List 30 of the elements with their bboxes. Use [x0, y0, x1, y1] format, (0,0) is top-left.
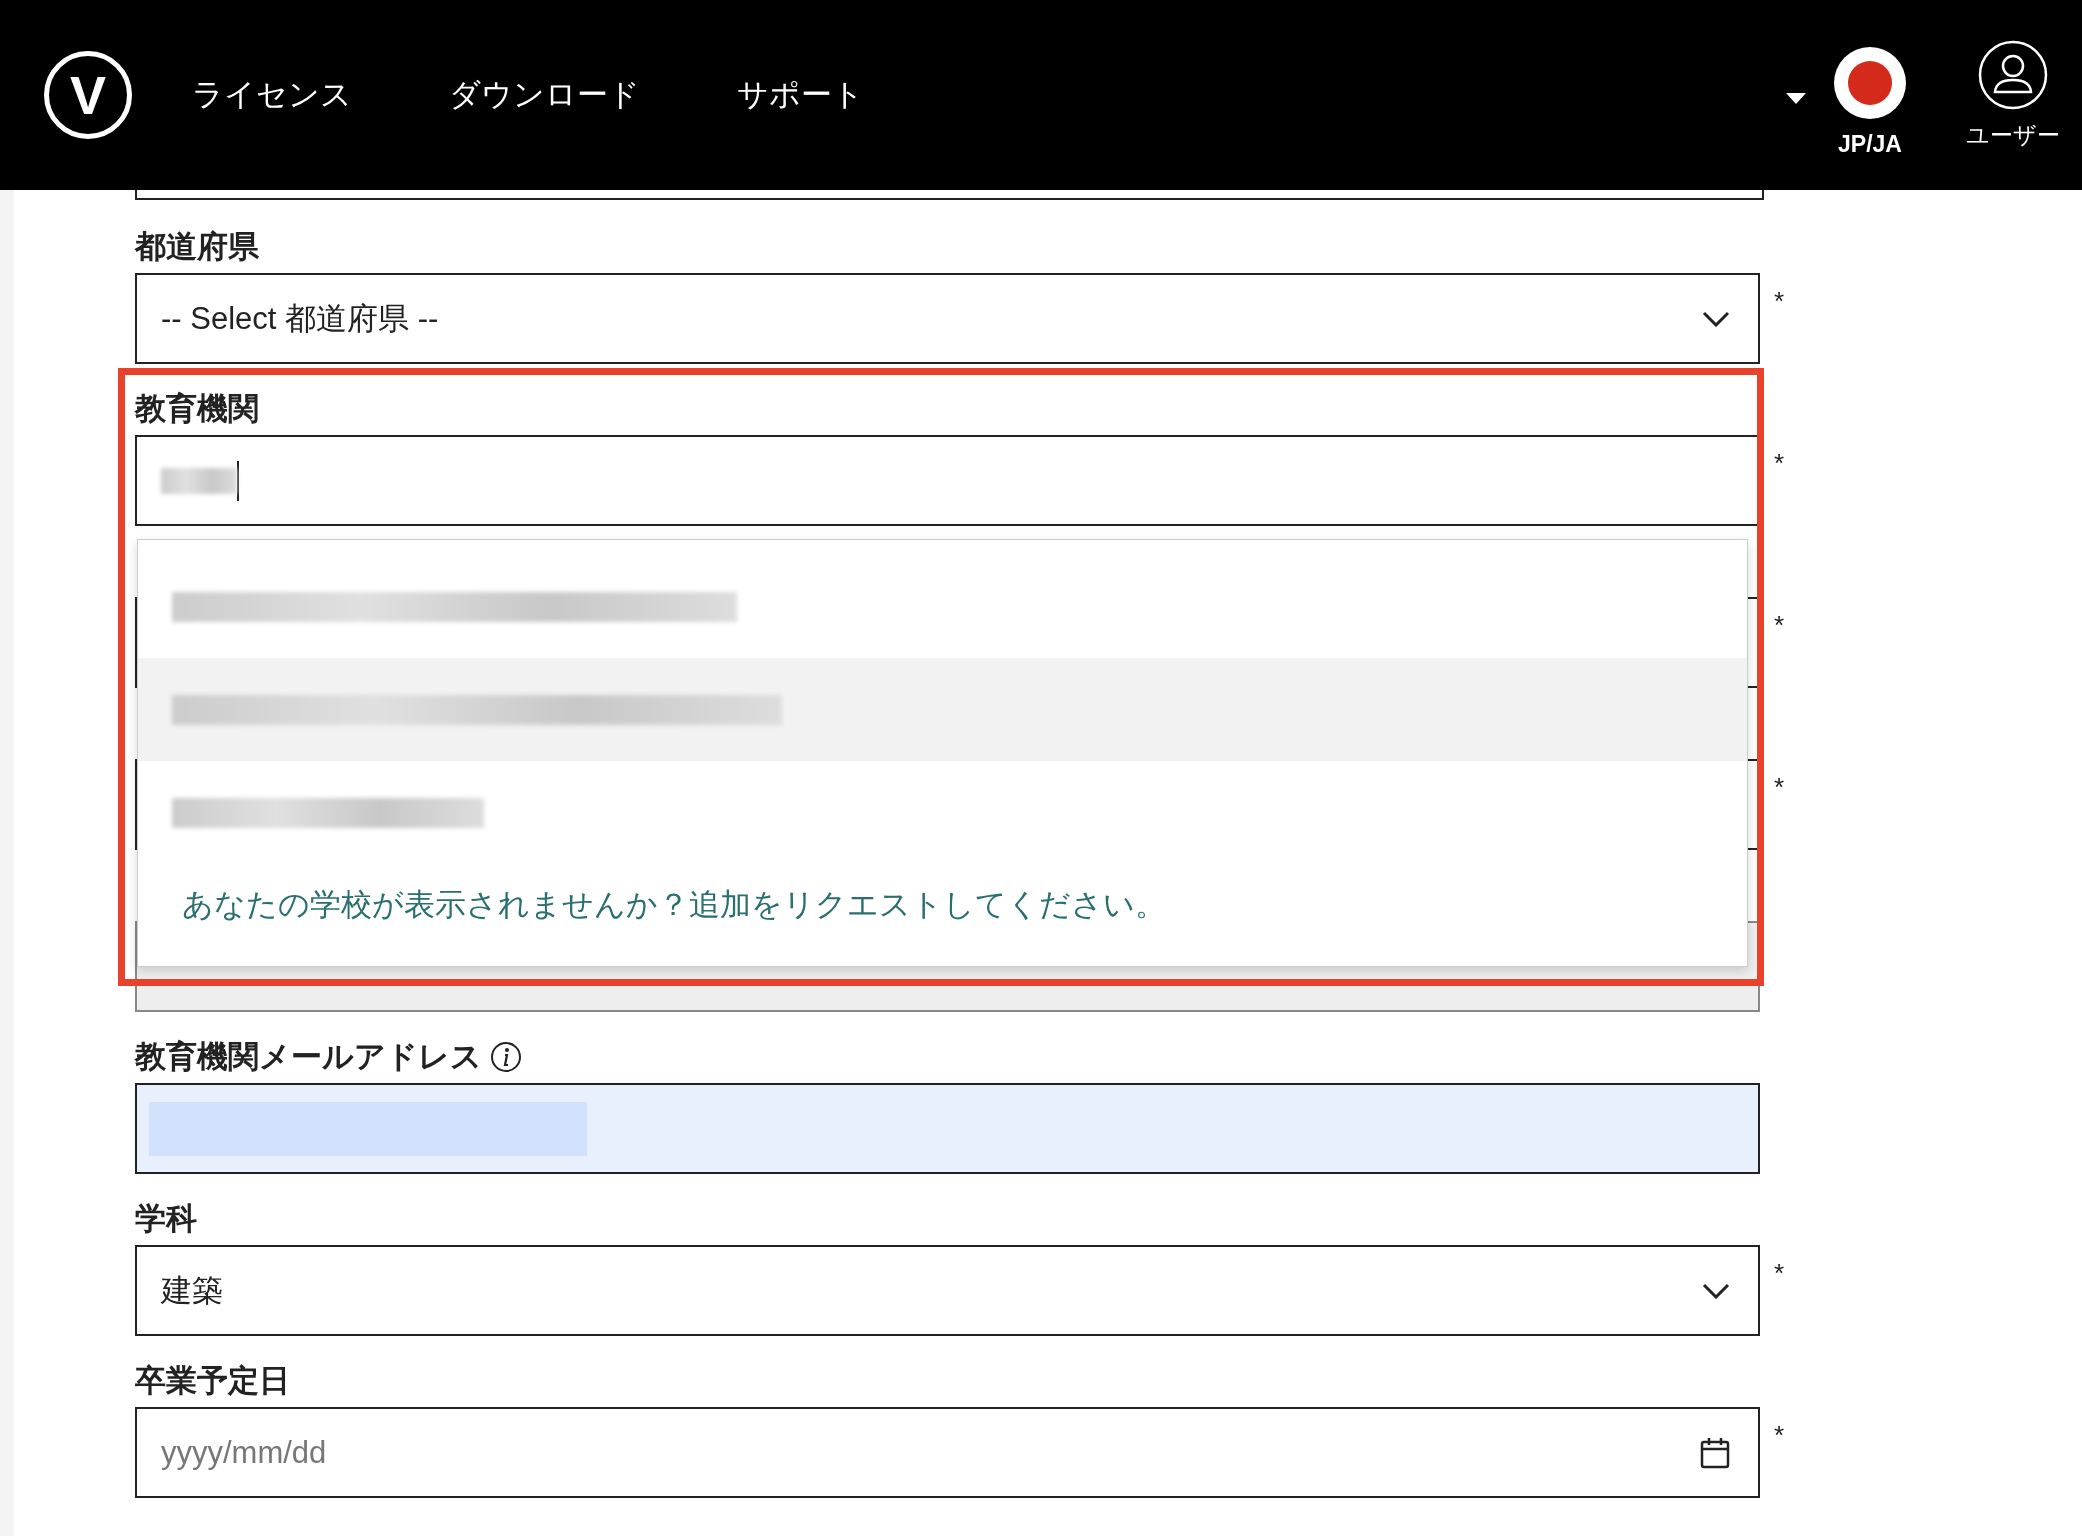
select-field[interactable]: 建築	[135, 1245, 1760, 1336]
required-asterisk: *	[1773, 286, 1786, 317]
required-asterisk: *	[1773, 1258, 1786, 1289]
user-label[interactable]: ユーザー	[1966, 119, 2060, 151]
required-asterisk: *	[1773, 448, 1786, 479]
required-asterisk: *	[1773, 610, 1786, 641]
info-icon[interactable]	[490, 1041, 522, 1073]
chevron-down-icon	[1702, 310, 1730, 327]
field-label: 教育機関メールアドレス	[135, 1040, 482, 1074]
logo[interactable]: V	[44, 51, 132, 139]
nav-link[interactable]: ダウンロード	[449, 74, 640, 116]
select-field[interactable]: -- Select 都道府県 --	[135, 273, 1760, 364]
input-field[interactable]	[135, 190, 1764, 200]
required-asterisk: *	[1773, 1420, 1786, 1451]
field-label: 学科	[135, 1202, 197, 1236]
language-label[interactable]: JP/JA	[1838, 130, 1902, 158]
request-school-link[interactable]: あなたの学校が表示されませんか？追加をリクエストしてください。	[138, 884, 1747, 926]
nav-link[interactable]: ライセンス	[192, 74, 352, 116]
user-icon[interactable]	[1978, 39, 2048, 110]
field-label: 卒業予定日	[135, 1364, 290, 1398]
calendar-icon[interactable]	[1700, 1436, 1730, 1469]
field-label: 教育機関	[135, 392, 259, 426]
date-input-field[interactable]: yyyy/mm/dd	[135, 1407, 1760, 1498]
required-asterisk: *	[1773, 772, 1786, 803]
email-input-field[interactable]	[135, 1083, 1760, 1174]
caret-down-icon[interactable]	[1786, 93, 1806, 105]
chevron-down-icon	[1702, 1282, 1730, 1299]
nav-link[interactable]: サポート	[737, 74, 864, 116]
field-label: 都道府県	[135, 230, 259, 264]
search-input-field[interactable]	[135, 435, 1760, 526]
